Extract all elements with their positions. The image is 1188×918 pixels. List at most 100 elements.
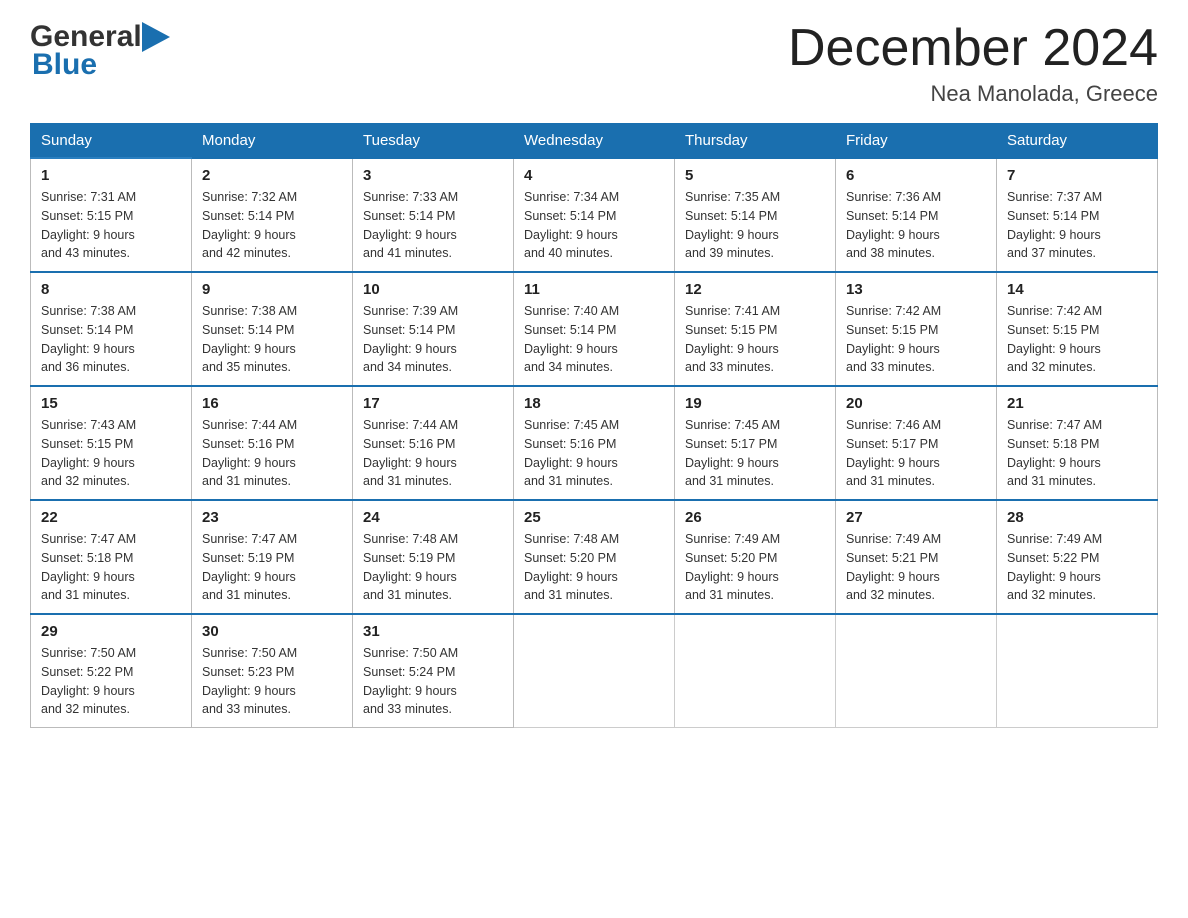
calendar-cell: 4 Sunrise: 7:34 AM Sunset: 5:14 PM Dayli… bbox=[514, 158, 675, 272]
day-number: 22 bbox=[41, 509, 181, 526]
day-info: Sunrise: 7:39 AM Sunset: 5:14 PM Dayligh… bbox=[363, 302, 503, 377]
day-number: 9 bbox=[202, 281, 342, 298]
day-number: 24 bbox=[363, 509, 503, 526]
calendar-cell: 9 Sunrise: 7:38 AM Sunset: 5:14 PM Dayli… bbox=[192, 272, 353, 386]
calendar-cell: 15 Sunrise: 7:43 AM Sunset: 5:15 PM Dayl… bbox=[31, 386, 192, 500]
day-number: 19 bbox=[685, 395, 825, 412]
day-number: 23 bbox=[202, 509, 342, 526]
calendar-cell: 13 Sunrise: 7:42 AM Sunset: 5:15 PM Dayl… bbox=[836, 272, 997, 386]
day-number: 8 bbox=[41, 281, 181, 298]
calendar-week-row: 29 Sunrise: 7:50 AM Sunset: 5:22 PM Dayl… bbox=[31, 614, 1158, 728]
day-info: Sunrise: 7:33 AM Sunset: 5:14 PM Dayligh… bbox=[363, 188, 503, 263]
calendar-cell: 25 Sunrise: 7:48 AM Sunset: 5:20 PM Dayl… bbox=[514, 500, 675, 614]
day-number: 10 bbox=[363, 281, 503, 298]
day-info: Sunrise: 7:49 AM Sunset: 5:20 PM Dayligh… bbox=[685, 530, 825, 605]
day-info: Sunrise: 7:47 AM Sunset: 5:18 PM Dayligh… bbox=[41, 530, 181, 605]
calendar-cell bbox=[836, 614, 997, 728]
day-info: Sunrise: 7:40 AM Sunset: 5:14 PM Dayligh… bbox=[524, 302, 664, 377]
calendar-cell: 21 Sunrise: 7:47 AM Sunset: 5:18 PM Dayl… bbox=[997, 386, 1158, 500]
calendar-cell: 11 Sunrise: 7:40 AM Sunset: 5:14 PM Dayl… bbox=[514, 272, 675, 386]
day-info: Sunrise: 7:45 AM Sunset: 5:17 PM Dayligh… bbox=[685, 416, 825, 491]
calendar-cell: 22 Sunrise: 7:47 AM Sunset: 5:18 PM Dayl… bbox=[31, 500, 192, 614]
col-header-monday: Monday bbox=[192, 124, 353, 159]
calendar-week-row: 8 Sunrise: 7:38 AM Sunset: 5:14 PM Dayli… bbox=[31, 272, 1158, 386]
calendar-table: SundayMondayTuesdayWednesdayThursdayFrid… bbox=[30, 123, 1158, 728]
day-number: 6 bbox=[846, 167, 986, 184]
day-number: 30 bbox=[202, 623, 342, 640]
calendar-cell: 16 Sunrise: 7:44 AM Sunset: 5:16 PM Dayl… bbox=[192, 386, 353, 500]
day-number: 3 bbox=[363, 167, 503, 184]
col-header-saturday: Saturday bbox=[997, 124, 1158, 159]
calendar-cell: 23 Sunrise: 7:47 AM Sunset: 5:19 PM Dayl… bbox=[192, 500, 353, 614]
day-info: Sunrise: 7:49 AM Sunset: 5:22 PM Dayligh… bbox=[1007, 530, 1147, 605]
calendar-week-row: 15 Sunrise: 7:43 AM Sunset: 5:15 PM Dayl… bbox=[31, 386, 1158, 500]
day-info: Sunrise: 7:36 AM Sunset: 5:14 PM Dayligh… bbox=[846, 188, 986, 263]
calendar-cell: 29 Sunrise: 7:50 AM Sunset: 5:22 PM Dayl… bbox=[31, 614, 192, 728]
day-info: Sunrise: 7:50 AM Sunset: 5:22 PM Dayligh… bbox=[41, 644, 181, 719]
col-header-wednesday: Wednesday bbox=[514, 124, 675, 159]
day-number: 28 bbox=[1007, 509, 1147, 526]
calendar-cell: 6 Sunrise: 7:36 AM Sunset: 5:14 PM Dayli… bbox=[836, 158, 997, 272]
col-header-friday: Friday bbox=[836, 124, 997, 159]
calendar-cell: 10 Sunrise: 7:39 AM Sunset: 5:14 PM Dayl… bbox=[353, 272, 514, 386]
day-info: Sunrise: 7:38 AM Sunset: 5:14 PM Dayligh… bbox=[202, 302, 342, 377]
calendar-header-row: SundayMondayTuesdayWednesdayThursdayFrid… bbox=[31, 124, 1158, 159]
calendar-cell: 24 Sunrise: 7:48 AM Sunset: 5:19 PM Dayl… bbox=[353, 500, 514, 614]
calendar-cell: 3 Sunrise: 7:33 AM Sunset: 5:14 PM Dayli… bbox=[353, 158, 514, 272]
day-number: 31 bbox=[363, 623, 503, 640]
calendar-cell: 12 Sunrise: 7:41 AM Sunset: 5:15 PM Dayl… bbox=[675, 272, 836, 386]
day-number: 25 bbox=[524, 509, 664, 526]
day-info: Sunrise: 7:48 AM Sunset: 5:20 PM Dayligh… bbox=[524, 530, 664, 605]
day-number: 2 bbox=[202, 167, 342, 184]
day-number: 13 bbox=[846, 281, 986, 298]
day-number: 11 bbox=[524, 281, 664, 298]
calendar-cell: 18 Sunrise: 7:45 AM Sunset: 5:16 PM Dayl… bbox=[514, 386, 675, 500]
logo-blue-text: Blue bbox=[32, 48, 97, 81]
calendar-cell bbox=[514, 614, 675, 728]
title-block: December 2024 Nea Manolada, Greece bbox=[788, 20, 1158, 107]
day-info: Sunrise: 7:44 AM Sunset: 5:16 PM Dayligh… bbox=[363, 416, 503, 491]
day-number: 5 bbox=[685, 167, 825, 184]
day-number: 29 bbox=[41, 623, 181, 640]
day-info: Sunrise: 7:44 AM Sunset: 5:16 PM Dayligh… bbox=[202, 416, 342, 491]
col-header-thursday: Thursday bbox=[675, 124, 836, 159]
day-info: Sunrise: 7:34 AM Sunset: 5:14 PM Dayligh… bbox=[524, 188, 664, 263]
day-number: 21 bbox=[1007, 395, 1147, 412]
day-info: Sunrise: 7:50 AM Sunset: 5:23 PM Dayligh… bbox=[202, 644, 342, 719]
calendar-cell: 26 Sunrise: 7:49 AM Sunset: 5:20 PM Dayl… bbox=[675, 500, 836, 614]
day-number: 1 bbox=[41, 167, 181, 184]
day-info: Sunrise: 7:42 AM Sunset: 5:15 PM Dayligh… bbox=[846, 302, 986, 377]
day-number: 18 bbox=[524, 395, 664, 412]
month-title: December 2024 bbox=[788, 20, 1158, 77]
calendar-week-row: 22 Sunrise: 7:47 AM Sunset: 5:18 PM Dayl… bbox=[31, 500, 1158, 614]
day-number: 12 bbox=[685, 281, 825, 298]
day-info: Sunrise: 7:37 AM Sunset: 5:14 PM Dayligh… bbox=[1007, 188, 1147, 263]
day-info: Sunrise: 7:48 AM Sunset: 5:19 PM Dayligh… bbox=[363, 530, 503, 605]
col-header-sunday: Sunday bbox=[31, 124, 192, 159]
calendar-cell bbox=[675, 614, 836, 728]
day-info: Sunrise: 7:38 AM Sunset: 5:14 PM Dayligh… bbox=[41, 302, 181, 377]
day-number: 4 bbox=[524, 167, 664, 184]
page-header: General Blue December 2024 Nea Manolada,… bbox=[30, 20, 1158, 107]
day-number: 14 bbox=[1007, 281, 1147, 298]
day-info: Sunrise: 7:35 AM Sunset: 5:14 PM Dayligh… bbox=[685, 188, 825, 263]
day-number: 16 bbox=[202, 395, 342, 412]
calendar-cell: 7 Sunrise: 7:37 AM Sunset: 5:14 PM Dayli… bbox=[997, 158, 1158, 272]
calendar-cell: 20 Sunrise: 7:46 AM Sunset: 5:17 PM Dayl… bbox=[836, 386, 997, 500]
calendar-cell: 28 Sunrise: 7:49 AM Sunset: 5:22 PM Dayl… bbox=[997, 500, 1158, 614]
day-number: 20 bbox=[846, 395, 986, 412]
calendar-cell: 27 Sunrise: 7:49 AM Sunset: 5:21 PM Dayl… bbox=[836, 500, 997, 614]
col-header-tuesday: Tuesday bbox=[353, 124, 514, 159]
calendar-cell: 17 Sunrise: 7:44 AM Sunset: 5:16 PM Dayl… bbox=[353, 386, 514, 500]
day-info: Sunrise: 7:42 AM Sunset: 5:15 PM Dayligh… bbox=[1007, 302, 1147, 377]
day-info: Sunrise: 7:47 AM Sunset: 5:19 PM Dayligh… bbox=[202, 530, 342, 605]
calendar-cell: 8 Sunrise: 7:38 AM Sunset: 5:14 PM Dayli… bbox=[31, 272, 192, 386]
calendar-cell: 2 Sunrise: 7:32 AM Sunset: 5:14 PM Dayli… bbox=[192, 158, 353, 272]
day-number: 15 bbox=[41, 395, 181, 412]
day-info: Sunrise: 7:49 AM Sunset: 5:21 PM Dayligh… bbox=[846, 530, 986, 605]
calendar-cell bbox=[997, 614, 1158, 728]
day-number: 27 bbox=[846, 509, 986, 526]
calendar-cell: 19 Sunrise: 7:45 AM Sunset: 5:17 PM Dayl… bbox=[675, 386, 836, 500]
day-info: Sunrise: 7:31 AM Sunset: 5:15 PM Dayligh… bbox=[41, 188, 181, 263]
day-info: Sunrise: 7:45 AM Sunset: 5:16 PM Dayligh… bbox=[524, 416, 664, 491]
